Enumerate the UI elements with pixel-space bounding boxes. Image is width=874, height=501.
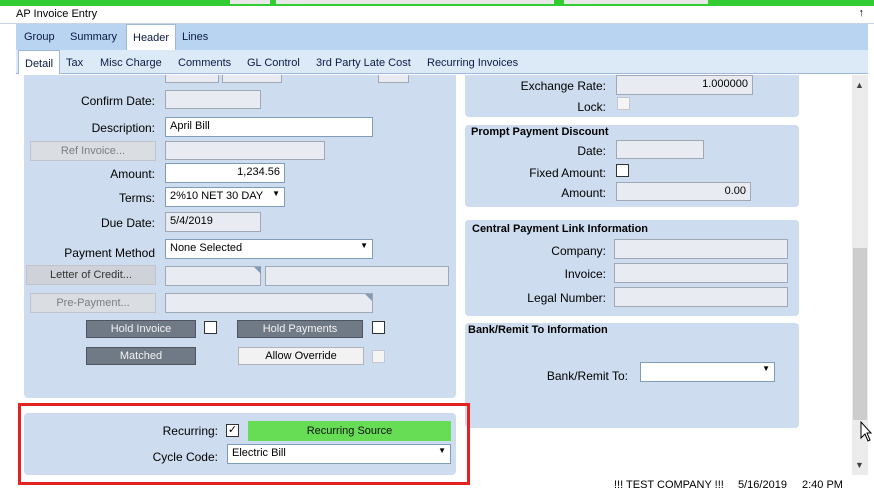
matched-button[interactable]: Matched	[86, 347, 196, 365]
prepayment-field	[165, 293, 373, 313]
prompt-amount-field: 0.00	[616, 182, 751, 201]
hold-invoice-checkbox[interactable]	[204, 321, 217, 334]
legal-number-field	[614, 287, 788, 307]
corner-marker-icon	[365, 294, 372, 301]
lock-label: Lock:	[577, 100, 606, 114]
top-strip-segment	[564, 0, 708, 4]
top-tab-bar: Group Summary Header Lines	[16, 24, 868, 51]
status-company: !!! TEST COMPANY !!!	[614, 479, 724, 491]
tab-detail[interactable]: Detail	[18, 50, 61, 74]
prompt-date-label: Date:	[577, 144, 606, 158]
chevron-down-icon[interactable]: ▼	[762, 364, 770, 373]
payment-method-label: Payment Method	[64, 246, 155, 260]
amount-input[interactable]: 1,234.56	[165, 163, 285, 183]
exchange-rate-label: Exchange Rate:	[520, 79, 606, 93]
highlight-box	[18, 403, 470, 485]
description-label: Description:	[91, 121, 155, 135]
tab-comments[interactable]: Comments	[172, 50, 237, 73]
scroll-up-icon[interactable]: ▲	[855, 80, 864, 90]
allow-override-button[interactable]: Allow Override	[238, 347, 364, 365]
top-strip-segment	[230, 0, 270, 4]
hold-payments-button[interactable]: Hold Payments	[237, 320, 363, 338]
payment-method-dropdown[interactable]: None Selected ▼	[165, 239, 373, 259]
top-strip-segment	[276, 0, 554, 4]
letter-of-credit-field-2	[265, 266, 449, 286]
bank-remit-title: Bank/Remit To Information	[468, 324, 608, 336]
central-payment-title: Central Payment Link Information	[472, 223, 649, 235]
fixed-amount-label: Fixed Amount:	[529, 166, 606, 180]
tab-header[interactable]: Header	[126, 24, 177, 51]
window-title: AP Invoice Entry	[16, 8, 98, 20]
sub-tab-bar: Detail Tax Misc Charge Comments GL Contr…	[16, 50, 868, 74]
status-time: 2:40 PM	[802, 479, 843, 491]
letter-of-credit-button[interactable]: Letter of Credit...	[26, 265, 156, 285]
lock-checkbox[interactable]	[617, 97, 630, 110]
prepayment-button[interactable]: Pre-Payment...	[30, 293, 156, 313]
tab-misc-charge[interactable]: Misc Charge	[94, 50, 168, 73]
corner-marker-icon	[254, 267, 261, 274]
tab-gl-control[interactable]: GL Control	[241, 50, 306, 73]
scroll-down-icon[interactable]: ▼	[855, 460, 864, 470]
due-date-field: 5/4/2019	[165, 212, 261, 232]
legal-number-label: Legal Number:	[527, 291, 606, 305]
prompt-payment-title: Prompt Payment Discount	[471, 126, 609, 138]
tab-3rd-party-late-cost[interactable]: 3rd Party Late Cost	[310, 50, 417, 73]
tab-lines[interactable]: Lines	[176, 24, 214, 50]
tab-recurring-invoices[interactable]: Recurring Invoices	[421, 50, 524, 73]
bank-remit-dropdown[interactable]: ▼	[640, 362, 775, 382]
tab-group[interactable]: Group	[18, 24, 61, 50]
company-label: Company:	[551, 244, 606, 258]
status-date: 5/16/2019	[738, 479, 787, 491]
chevron-down-icon[interactable]: ▼	[272, 189, 280, 198]
prompt-date-field	[616, 140, 704, 159]
hold-invoice-button[interactable]: Hold Invoice	[86, 320, 196, 338]
bank-remit-label: Bank/Remit To:	[546, 369, 628, 383]
confirm-date-label: Confirm Date:	[80, 94, 155, 108]
tab-tax[interactable]: Tax	[60, 50, 89, 73]
scrollbar-thumb[interactable]	[853, 248, 867, 420]
company-field	[614, 239, 788, 259]
description-input[interactable]: April Bill	[165, 117, 373, 137]
fixed-amount-checkbox[interactable]	[616, 164, 629, 177]
ref-invoice-button[interactable]: Ref Invoice...	[30, 141, 156, 161]
window-titlebar: AP Invoice Entry ↑	[0, 6, 874, 24]
cut-off-field	[222, 75, 282, 83]
terms-value: 2%10 NET 30 DAY	[170, 190, 264, 202]
ref-invoice-field	[165, 141, 325, 160]
due-date-label: Due Date:	[100, 216, 155, 230]
mouse-cursor-icon	[860, 421, 872, 442]
invoice-field	[614, 263, 788, 283]
terms-label: Terms:	[119, 191, 155, 205]
invoice-label: Invoice:	[564, 267, 606, 281]
pin-icon[interactable]: ↑	[859, 7, 865, 19]
terms-dropdown[interactable]: 2%10 NET 30 DAY ▼	[165, 187, 285, 207]
chevron-down-icon[interactable]: ▼	[360, 241, 368, 250]
prompt-amount-label: Amount:	[561, 186, 606, 200]
exchange-rate-field: 1.000000	[616, 75, 753, 95]
allow-override-checkbox[interactable]	[372, 350, 385, 363]
hold-payments-checkbox[interactable]	[372, 321, 385, 334]
cut-off-field	[378, 75, 409, 83]
letter-of-credit-field	[165, 266, 261, 286]
tab-summary[interactable]: Summary	[64, 24, 123, 50]
confirm-date-field	[165, 90, 261, 109]
cut-off-field	[165, 75, 219, 83]
payment-method-value: None Selected	[170, 242, 243, 254]
amount-label: Amount:	[110, 167, 155, 181]
